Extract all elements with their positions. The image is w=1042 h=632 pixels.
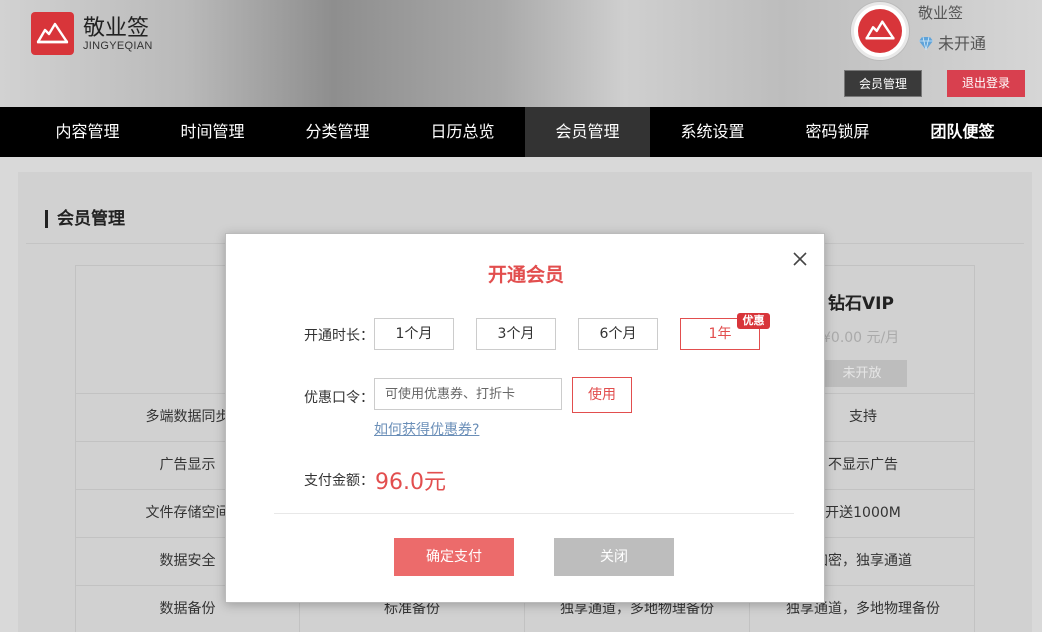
nav-item-team[interactable]: 团队便签 — [900, 107, 1025, 157]
open-membership-dialog: 开通会员 开通时长： 1个月 3个月 6个月 1年 优惠 优惠口令： 使用 如何… — [225, 233, 825, 603]
discount-badge: 优惠 — [737, 313, 770, 329]
vip-status-text: 未开通 — [938, 34, 987, 53]
how-to-get-coupon-link[interactable]: 如何获得优惠券? — [374, 419, 479, 439]
nav-item-category[interactable]: 分类管理 — [275, 107, 400, 157]
plan-price: ¥0.00 元/月 — [822, 330, 900, 346]
username: 敬业签 — [918, 4, 964, 22]
header: 敬业签 JINGYEQIAN 敬业签 未开通 会员管理 退出登录 — [0, 0, 1042, 107]
payment-amount: 96.0元 — [375, 470, 446, 495]
duration-label: 开通时长： — [304, 328, 374, 344]
main-nav: 内容管理 时间管理 分类管理 日历总览 会员管理 系统设置 密码锁屏 团队便签 — [0, 107, 1042, 157]
close-icon[interactable] — [791, 250, 809, 268]
dialog-title: 开通会员 — [487, 264, 564, 286]
page-title: 会员管理 — [45, 210, 125, 228]
duration-option-3-months[interactable]: 3个月 — [476, 318, 556, 350]
brand-name: 敬业签 — [83, 16, 150, 41]
logo-icon[interactable] — [31, 12, 74, 55]
confirm-payment-button[interactable]: 确定支付 — [394, 538, 514, 576]
nav-item-time[interactable]: 时间管理 — [150, 107, 275, 157]
nav-item-lock[interactable]: 密码锁屏 — [775, 107, 900, 157]
amount-label: 支付金额： — [304, 473, 374, 489]
coupon-label: 优惠口令： — [304, 390, 374, 406]
diamond-icon — [918, 36, 934, 55]
nav-item-content[interactable]: 内容管理 — [25, 107, 150, 157]
plan-button[interactable]: 未开放 — [817, 360, 907, 387]
duration-option-6-months[interactable]: 6个月 — [578, 318, 658, 350]
member-management-button[interactable]: 会员管理 — [844, 70, 922, 97]
duration-option-1-month[interactable]: 1个月 — [374, 318, 454, 350]
use-coupon-button[interactable]: 使用 — [572, 377, 632, 413]
nav-item-member[interactable]: 会员管理 — [525, 107, 650, 157]
close-button[interactable]: 关闭 — [554, 538, 674, 576]
coupon-input[interactable] — [374, 378, 562, 410]
logout-button[interactable]: 退出登录 — [947, 70, 1025, 97]
divider — [274, 513, 794, 514]
plan-name: 钻石VIP — [828, 294, 894, 314]
avatar[interactable] — [851, 2, 909, 60]
vip-status-row: 未开通 — [918, 30, 986, 55]
brand-subtitle: JINGYEQIAN — [83, 40, 153, 52]
nav-item-settings[interactable]: 系统设置 — [650, 107, 775, 157]
nav-item-calendar[interactable]: 日历总览 — [400, 107, 525, 157]
